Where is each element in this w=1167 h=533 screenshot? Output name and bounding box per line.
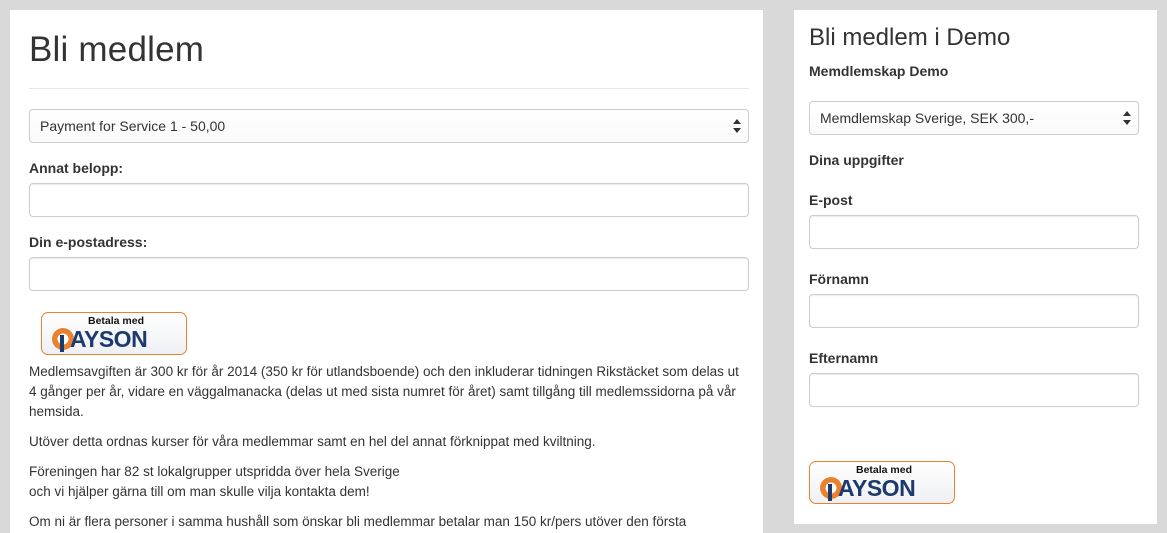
demo-membership-panel: Bli medlem i Demo Memdlemskap Demo Memdl…: [794, 10, 1157, 524]
courses-paragraph: Utöver detta ordnas kurser för våra medl…: [29, 434, 596, 449]
firstname-label: Förnamn: [809, 271, 869, 287]
email-label: E-post: [809, 192, 853, 208]
page-title: Bli medlem: [29, 30, 205, 69]
other-amount-input[interactable]: [29, 183, 749, 217]
payson-wordmark: AYSON: [70, 326, 148, 352]
household-paragraph: Om ni är flera personer i samma hushåll …: [29, 514, 687, 529]
other-amount-label: Annat belopp:: [29, 160, 124, 176]
select-arrows-icon: [1123, 111, 1131, 125]
membership-label: Memdlemskap Demo: [809, 63, 949, 79]
payson-wordmark: AYSON: [838, 475, 916, 501]
local-groups-paragraph: Föreningen har 82 st lokalgrupper utspri…: [29, 462, 749, 502]
lastname-label: Efternamn: [809, 350, 879, 366]
pay-with-payson-button[interactable]: Betala med AYSON: [41, 312, 187, 355]
local-groups-line-1: Föreningen har 82 st lokalgrupper utspri…: [29, 464, 400, 479]
pay-with-payson-button[interactable]: Betala med AYSON: [809, 461, 955, 504]
side-title: Bli medlem i Demo: [809, 24, 1011, 51]
email-input[interactable]: [809, 215, 1139, 249]
email-input[interactable]: [29, 257, 749, 291]
membership-select-value: Memdlemskap Sverige, SEK 300,-: [820, 110, 1034, 126]
payment-select[interactable]: Payment for Service 1 - 50,00: [29, 109, 749, 143]
email-label: Din e-postadress:: [29, 234, 148, 250]
membership-select[interactable]: Memdlemskap Sverige, SEK 300,-: [809, 101, 1139, 135]
title-divider: [29, 88, 749, 89]
local-groups-line-2: och vi hjälper gärna till om man skulle …: [29, 484, 370, 499]
payment-select-value: Payment for Service 1 - 50,00: [40, 118, 226, 134]
membership-form-panel: Bli medlem Payment for Service 1 - 50,00…: [10, 10, 763, 533]
lastname-input[interactable]: [809, 373, 1139, 407]
select-arrows-icon: [733, 119, 741, 133]
details-heading: Dina uppgifter: [809, 152, 904, 168]
membership-info: Medlemsavgiften är 300 kr för år 2014 (3…: [29, 362, 749, 533]
firstname-input[interactable]: [809, 294, 1139, 328]
fee-paragraph: Medlemsavgiften är 300 kr för år 2014 (3…: [29, 364, 739, 419]
